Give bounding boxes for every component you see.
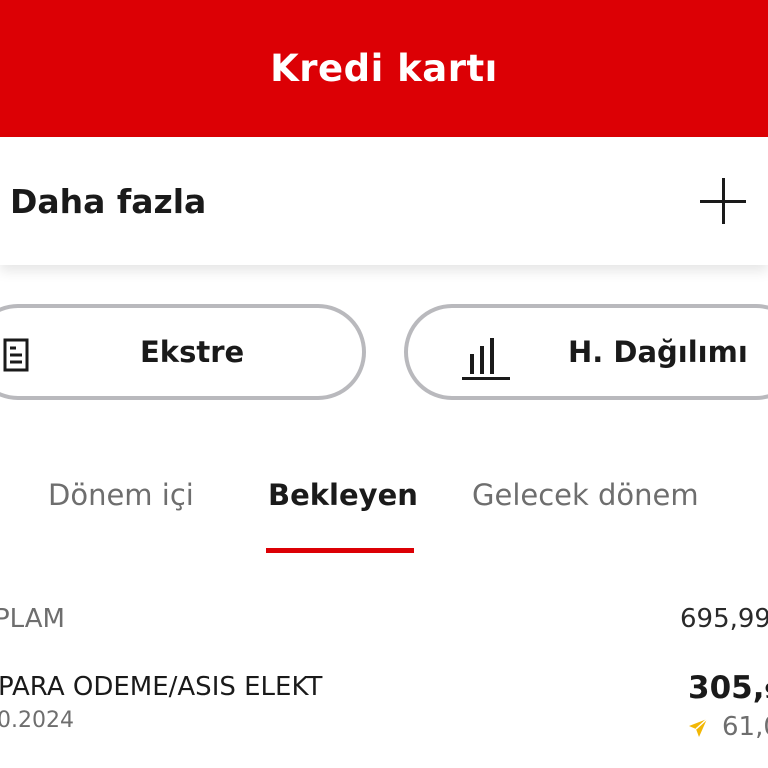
total-value: 695,99 [680, 604, 768, 634]
more-section[interactable]: Daha fazla [0, 137, 768, 265]
transaction-amount-decimal: 9 [765, 679, 768, 703]
spending-distribution-label: H. Dağılımı [568, 335, 748, 369]
statement-button[interactable]: Ekstre [0, 304, 366, 400]
transaction-date: .0.2024 [0, 708, 74, 733]
transaction-name: PARA ODEME/ASIS ELEKT [0, 672, 323, 702]
statement-label: Ekstre [140, 335, 245, 369]
statement-icon [0, 334, 32, 378]
plane-icon [686, 716, 710, 740]
more-section-label: Daha fazla [10, 181, 207, 221]
page-title: Kredi kartı [270, 47, 498, 90]
plus-icon[interactable] [700, 178, 746, 224]
total-label: PLAM [0, 604, 65, 634]
transaction-miles: 61,0 [722, 712, 768, 742]
spending-distribution-button[interactable]: H. Dağılımı [404, 304, 768, 400]
active-tab-indicator [266, 548, 414, 553]
transaction-amount-integer: 305, [688, 670, 765, 706]
transaction-amount: 305,9 [688, 670, 768, 706]
bar-chart-icon [460, 330, 512, 386]
tab-next-period[interactable]: Gelecek dönem [472, 478, 699, 512]
tab-current-period[interactable]: Dönem içi [48, 478, 194, 512]
list-item[interactable]: PARA ODEME/ASIS ELEKT .0.2024 305,9 [0, 668, 768, 768]
app-header: Kredi kartı [0, 0, 768, 137]
pending-total-row: PLAM 695,99 [0, 604, 768, 640]
transaction-tabs: Dönem içi Bekleyen Gelecek dönem [0, 470, 768, 560]
tab-pending[interactable]: Bekleyen [268, 478, 418, 512]
